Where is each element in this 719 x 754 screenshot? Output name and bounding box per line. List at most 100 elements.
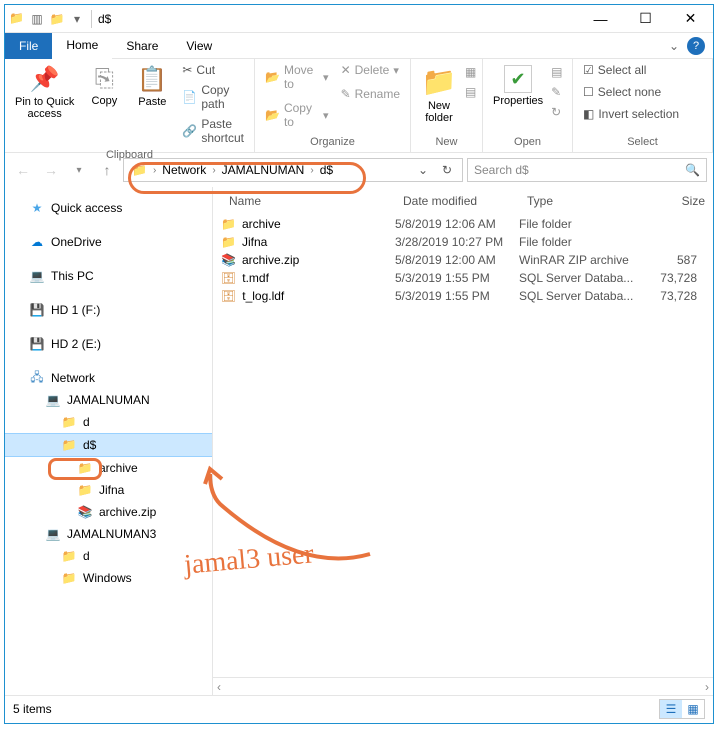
new-item-icon[interactable]: ▦	[465, 65, 476, 79]
nav-onedrive[interactable]: ☁OneDrive	[5, 231, 212, 253]
navigation-pane[interactable]: ★Quick access ☁OneDrive 💻This PC 💾HD 1 (…	[5, 187, 213, 695]
pin-to-quick-access-button[interactable]: 📌 Pin to Quick access	[11, 61, 78, 124]
file-row[interactable]: 🗄t_log.ldf5/3/2019 1:55 PMSQL Server Dat…	[213, 287, 713, 305]
address-dropdown-icon[interactable]: ⌄	[412, 159, 434, 181]
computer-icon: 💻	[29, 268, 45, 284]
file-row[interactable]: 🗄t.mdf5/3/2019 1:55 PMSQL Server Databa.…	[213, 269, 713, 287]
breadcrumb[interactable]: d$	[316, 163, 337, 177]
search-box[interactable]: Search d$ 🔍	[467, 158, 707, 182]
column-size[interactable]: Size	[639, 190, 713, 212]
window-title: d$	[98, 12, 111, 26]
copy-path-button[interactable]: 📄Copy path	[178, 81, 248, 113]
column-name[interactable]: Name	[221, 190, 395, 212]
file-date: 5/3/2019 1:55 PM	[395, 271, 519, 285]
status-bar: 5 items ☰ ▦	[5, 695, 713, 721]
star-icon: ★	[29, 200, 45, 216]
collapse-ribbon-icon[interactable]: ⌄	[661, 39, 687, 53]
file-row[interactable]: 📁archive5/8/2019 12:06 AMFile folder	[213, 215, 713, 233]
qat-properties-icon[interactable]: ▥	[29, 11, 45, 27]
nav-folder-jifna[interactable]: 📁Jifna	[5, 479, 212, 501]
invert-icon: ◧	[583, 107, 594, 121]
horizontal-scrollbar[interactable]: ‹›	[213, 677, 713, 695]
file-date: 5/8/2019 12:00 AM	[395, 253, 519, 267]
easy-access-icon[interactable]: ▤	[465, 85, 476, 99]
file-size: 587	[639, 253, 713, 267]
nav-share-ds[interactable]: 📁d$	[5, 433, 212, 457]
share-icon: 📁	[128, 163, 151, 177]
file-tab[interactable]: File	[5, 33, 52, 59]
view-tab[interactable]: View	[172, 33, 226, 59]
qat-newfolder-icon[interactable]: 📁	[49, 11, 65, 27]
select-none-icon: ☐	[583, 85, 594, 99]
nav-computer-jn1[interactable]: 💻JAMALNUMAN	[5, 389, 212, 411]
paste-icon: 📋	[137, 65, 167, 94]
nav-network[interactable]: 🖧Network	[5, 367, 212, 389]
file-row[interactable]: 📚archive.zip5/8/2019 12:00 AMWinRAR ZIP …	[213, 251, 713, 269]
up-button[interactable]: ↑	[95, 158, 119, 182]
column-type[interactable]: Type	[519, 190, 639, 212]
rename-button[interactable]: ✎Rename	[337, 85, 404, 103]
breadcrumb[interactable]: JAMALNUMAN	[218, 163, 309, 177]
recent-locations-button[interactable]: ▾	[67, 158, 91, 182]
open-icon[interactable]: ▤	[551, 65, 562, 79]
file-type: File folder	[519, 217, 639, 231]
minimize-button[interactable]: —	[578, 5, 623, 33]
qat-dropdown-icon[interactable]: ▾	[69, 11, 85, 27]
nav-quick-access[interactable]: ★Quick access	[5, 197, 212, 219]
nav-folder-windows[interactable]: 📁Windows	[5, 567, 212, 589]
select-none-button[interactable]: ☐Select none	[579, 83, 683, 101]
copy-button[interactable]: ⎘ Copy	[82, 61, 126, 111]
quick-access-toolbar: ▥ 📁 ▾	[29, 11, 85, 27]
ribbon-tabs: File Home Share View ⌄ ?	[5, 33, 713, 59]
delete-icon: ✕	[341, 63, 351, 77]
file-list[interactable]: 📁archive5/8/2019 12:06 AMFile folder📁Jif…	[213, 215, 713, 305]
move-to-button[interactable]: 📂Move to ▾	[261, 61, 333, 93]
close-button[interactable]: ✕	[668, 5, 713, 33]
view-toggle: ☰ ▦	[659, 699, 705, 719]
copy-to-icon: 📂	[265, 108, 280, 122]
nav-share-d2[interactable]: 📁d	[5, 545, 212, 567]
cut-icon: ✂	[182, 63, 192, 77]
edit-icon[interactable]: ✎	[551, 85, 562, 99]
history-icon[interactable]: ↻	[551, 105, 562, 119]
copy-to-button[interactable]: 📂Copy to ▾	[261, 99, 333, 131]
titlebar: 📁 ▥ 📁 ▾ d$ — ☐ ✕	[5, 5, 713, 33]
back-button[interactable]: ←	[11, 158, 35, 182]
nav-share-d[interactable]: 📁d	[5, 411, 212, 433]
new-folder-button[interactable]: 📁 New folder	[417, 61, 461, 128]
column-date[interactable]: Date modified	[395, 190, 519, 212]
address-bar[interactable]: 📁 › Network › JAMALNUMAN › d$ ⌄ ↻	[123, 158, 463, 182]
maximize-button[interactable]: ☐	[623, 5, 668, 33]
paste-button[interactable]: 📋 Paste	[130, 61, 174, 112]
cut-button[interactable]: ✂Cut	[178, 61, 248, 79]
breadcrumb[interactable]: Network	[158, 163, 210, 177]
file-row[interactable]: 📁Jifna3/28/2019 10:27 PMFile folder	[213, 233, 713, 251]
copy-path-icon: 📄	[182, 90, 197, 104]
nav-this-pc[interactable]: 💻This PC	[5, 265, 212, 287]
home-tab[interactable]: Home	[52, 33, 112, 59]
invert-selection-button[interactable]: ◧Invert selection	[579, 105, 683, 123]
delete-button[interactable]: ✕Delete ▾	[337, 61, 404, 79]
files-pane: Name Date modified Type Size 📁archive5/8…	[213, 187, 713, 695]
nav-drive-hd2[interactable]: 💾HD 2 (E:)	[5, 333, 212, 355]
paste-shortcut-button[interactable]: 🔗Paste shortcut	[178, 115, 248, 147]
thumbnails-view-button[interactable]: ▦	[682, 700, 704, 718]
ribbon-group-new: 📁 New folder ▦ ▤ New	[411, 59, 483, 152]
folder-icon: 📁	[221, 235, 236, 249]
help-button[interactable]: ?	[687, 37, 705, 55]
network-icon: 🖧	[29, 370, 45, 386]
share-tab[interactable]: Share	[112, 33, 172, 59]
details-view-button[interactable]: ☰	[660, 700, 682, 718]
rename-icon: ✎	[341, 87, 351, 101]
select-all-button[interactable]: ☑Select all	[579, 61, 683, 79]
nav-drive-hd1[interactable]: 💾HD 1 (F:)	[5, 299, 212, 321]
folder-icon: 📁	[221, 217, 236, 231]
properties-button[interactable]: ✔ Properties	[489, 61, 547, 111]
file-name: archive.zip	[242, 253, 299, 267]
forward-button[interactable]: →	[39, 158, 63, 182]
file-type: WinRAR ZIP archive	[519, 253, 639, 267]
nav-file-archivezip[interactable]: 📚archive.zip	[5, 501, 212, 523]
refresh-button[interactable]: ↻	[436, 159, 458, 181]
nav-computer-jn3[interactable]: 💻JAMALNUMAN3	[5, 523, 212, 545]
nav-folder-archive[interactable]: 📁archive	[5, 457, 212, 479]
